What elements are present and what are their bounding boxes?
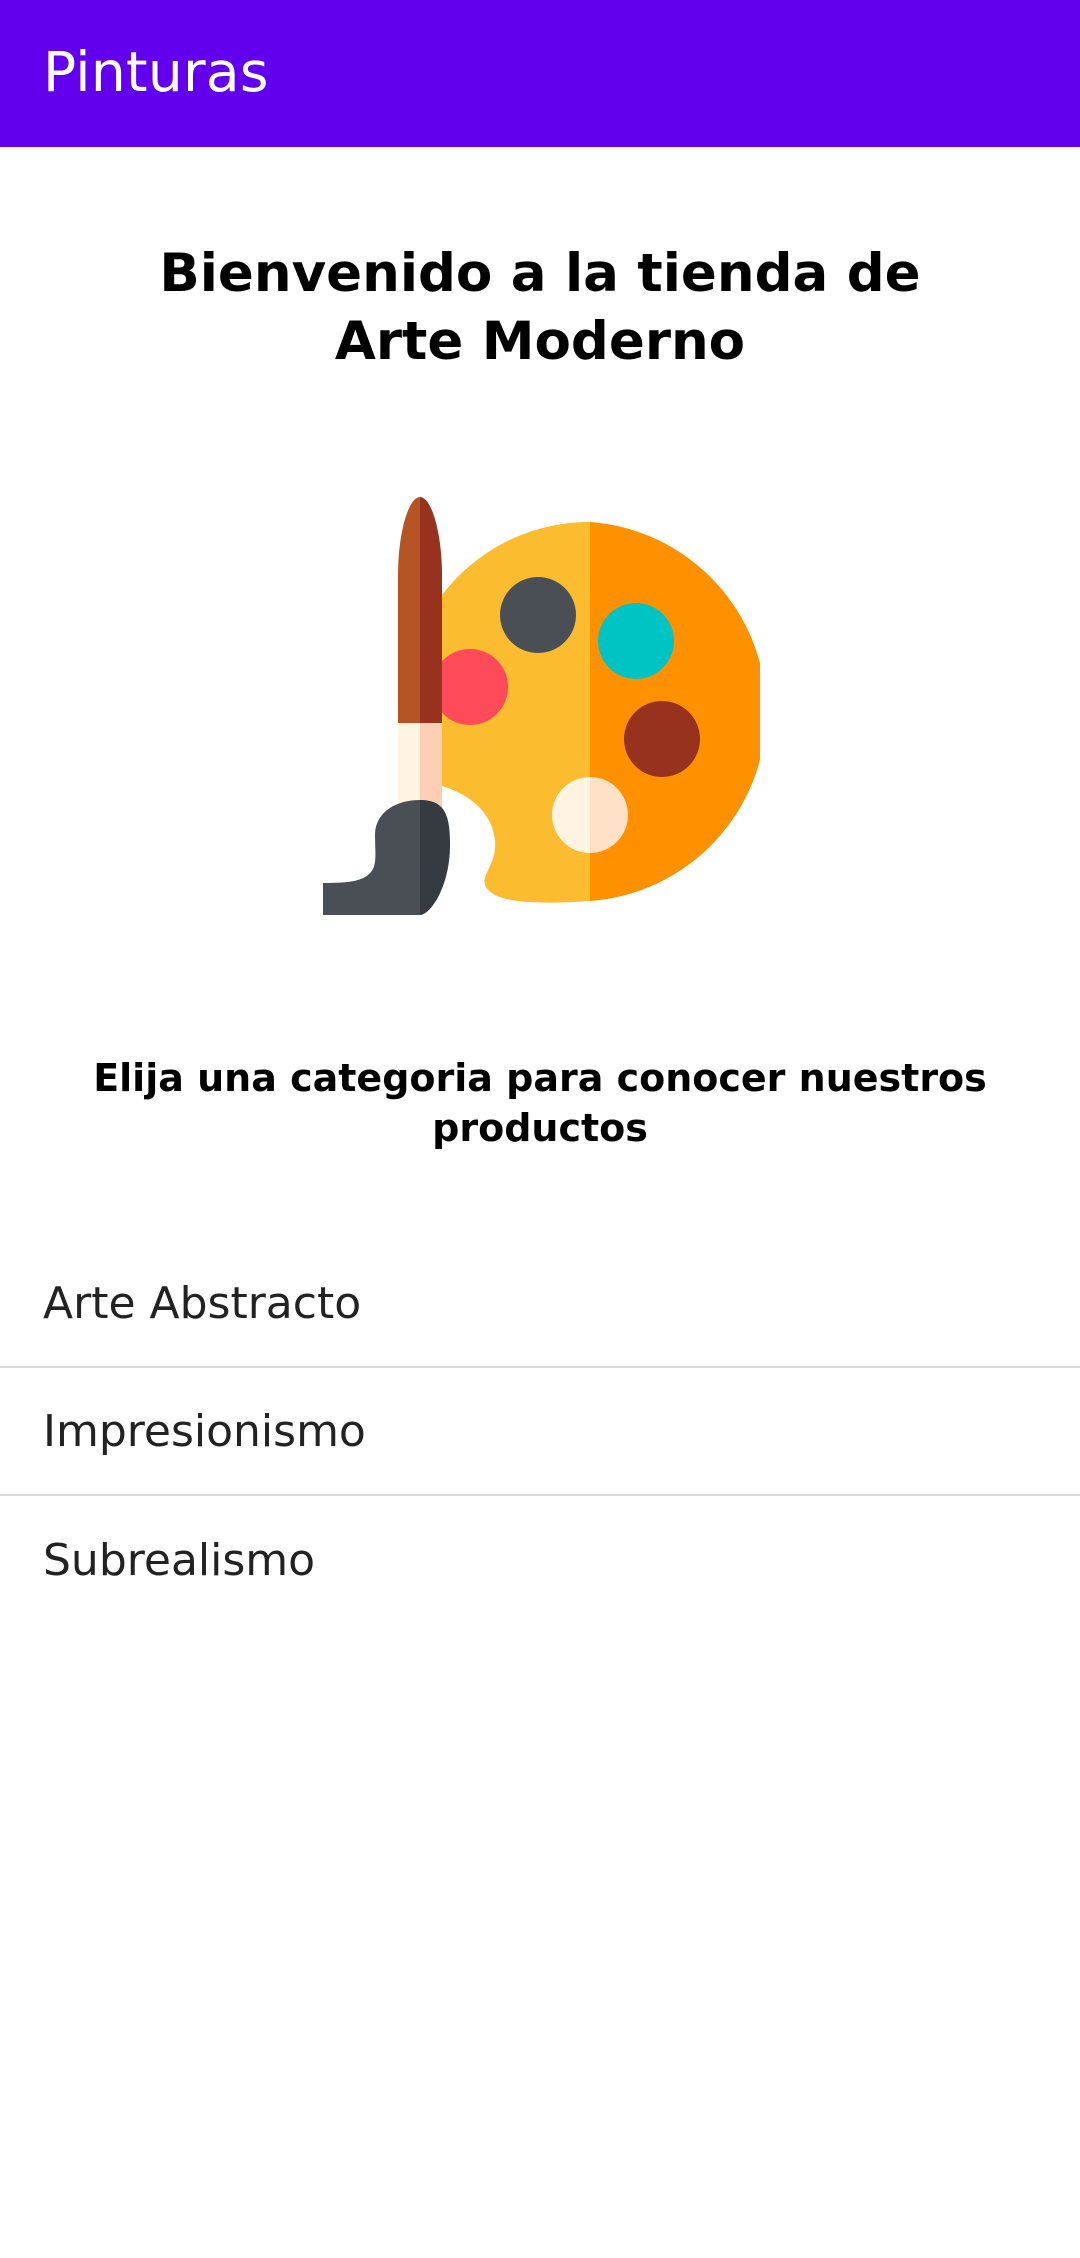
instruction-text: Elija una categoria para conocer nuestro… <box>93 1056 987 1150</box>
app-bar: Pinturas <box>0 0 1080 147</box>
paint-palette-with-brush-icon <box>320 495 767 935</box>
category-item-impresionismo[interactable]: Impresionismo <box>0 1368 1080 1496</box>
category-item-subrealismo[interactable]: Subrealismo <box>0 1496 1080 1624</box>
category-item-arte-abstracto[interactable]: Arte Abstracto <box>0 1240 1080 1368</box>
welcome-title: Bienvenido a la tienda de Arte Moderno <box>159 243 921 372</box>
category-list: Arte Abstracto Impresionismo Subrealismo <box>0 1240 1080 1624</box>
app-bar-title: Pinturas <box>43 39 269 104</box>
